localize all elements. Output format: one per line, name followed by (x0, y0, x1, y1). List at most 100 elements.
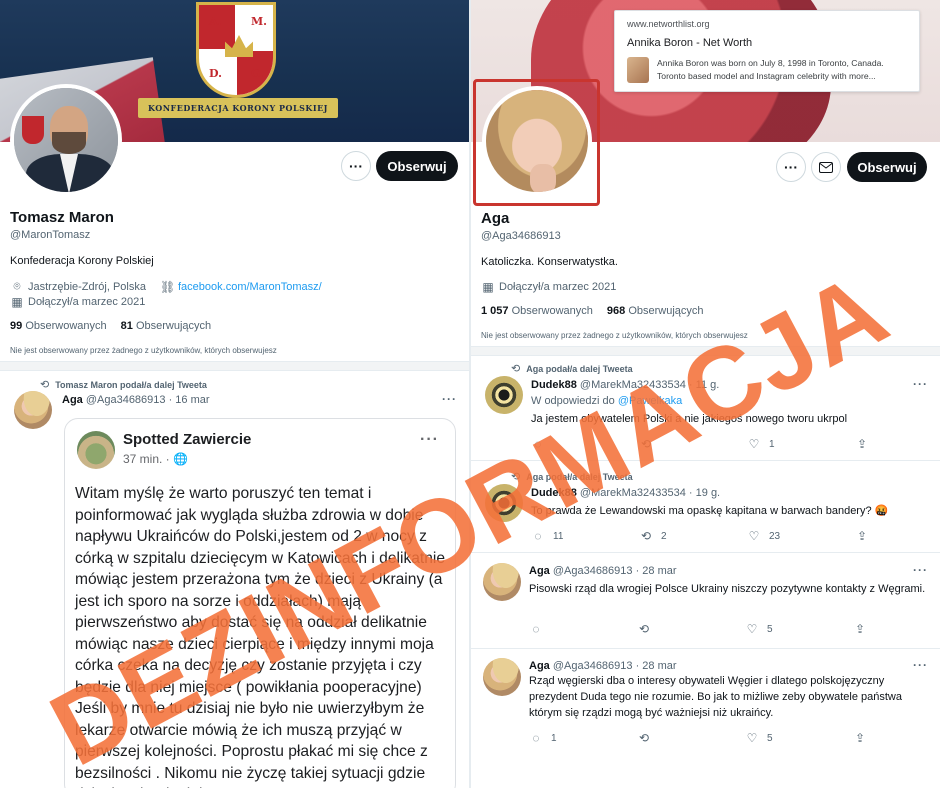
retweet-count: 2 (661, 530, 667, 542)
reply-button[interactable]: ◌ (531, 437, 639, 451)
share-button[interactable]: ⇪ (855, 437, 940, 451)
search-result-thumbnail (627, 57, 649, 83)
reply-button[interactable]: ◌ 11 (531, 529, 639, 543)
tweet-author[interactable]: Dudek88 (531, 379, 577, 391)
retweet-icon: ⟲ (640, 437, 652, 451)
profile-joined: Dołączył/a marzec 2021 (28, 296, 146, 308)
tweet-header: Aga @Aga34686913 · 28 mar (529, 565, 677, 577)
reply-button[interactable]: ◌ (529, 622, 637, 636)
more-options-button[interactable]: ··· (341, 151, 371, 181)
heart-icon: ♡ (746, 731, 758, 745)
reply-button[interactable]: ◌ 1 (529, 731, 637, 745)
like-count: 5 (767, 623, 773, 635)
section-divider (0, 361, 469, 371)
retweet-icon: ⟲ (511, 471, 521, 483)
profile-joined: Dołączył/a marzec 2021 (499, 281, 617, 293)
retweet-icon: ⟲ (638, 622, 650, 636)
retweet-note: Tomasz Maron podał/a dalej Tweeta (55, 379, 207, 390)
fb-more-icon: ··· (420, 431, 439, 448)
like-button[interactable]: ♡ 5 (745, 731, 853, 745)
tweet-header: Dudek88 @MarekMa32433534 · 19 g. (531, 487, 720, 499)
following-link[interactable]: 99 Obserwowanych (10, 320, 107, 332)
following-label: Obserwowanych (511, 305, 593, 317)
share-button[interactable]: ⇪ (853, 622, 940, 636)
following-label: Obserwowanych (25, 320, 107, 332)
reply-icon: ◌ (532, 622, 540, 636)
tweet-handle-time: @Aga34686913 · 28 mar (552, 660, 677, 672)
fb-post-time: 37 min. · 🌐 (123, 452, 188, 466)
tweet-text: Ja jestem obywatelem Polski a nie jakieg… (531, 413, 848, 425)
followers-link[interactable]: 81 Obserwujących (121, 320, 212, 332)
tweet-author-avatar[interactable] (483, 658, 521, 696)
reply-count: 1 (551, 732, 557, 744)
share-button[interactable]: ⇪ (855, 529, 940, 543)
profile-name: Tomasz Maron (10, 209, 114, 226)
profile-location: Jastrzębie-Zdrój, Polska (28, 280, 146, 293)
share-icon: ⇪ (856, 437, 868, 451)
share-button[interactable]: ⇪ (853, 731, 940, 745)
retweet-note: Aga podał/a dalej Tweeta (526, 471, 633, 482)
coat-of-arms-logo: A. M. D. G. (196, 2, 276, 98)
followers-count: 968 (606, 305, 626, 317)
like-button[interactable]: ♡ 5 (745, 622, 853, 636)
tweet-actions: ◌ ⟲ ♡ 5 ⇪ (529, 622, 940, 636)
tweet-more-icon[interactable]: ··· (913, 658, 928, 672)
banner-ribbon: KONFEDERACJA KORONY POLSKIEJ (138, 98, 338, 118)
search-result-title: Annika Boron - Net Worth (627, 37, 753, 49)
retweet-note: Aga podał/a dalej Tweeta (526, 363, 633, 374)
retweet-button[interactable]: ⟲ (637, 731, 745, 745)
profile-avatar[interactable] (10, 84, 122, 196)
tweet-more-icon[interactable]: ··· (442, 392, 457, 406)
message-button[interactable] (811, 152, 841, 182)
reply-count: 11 (553, 530, 564, 542)
following-link[interactable]: 1 057 Obserwowanych (481, 305, 593, 317)
more-options-button[interactable]: ··· (776, 152, 806, 182)
reply-to-link[interactable]: @Pawelkaka (618, 395, 682, 407)
location-pin-icon: ⌾ (13, 279, 21, 293)
profile-panel-aga: www.networthlist.org Annika Boron - Net … (471, 0, 940, 788)
profile-joined-row: ▦ Dołączył/a marzec 2021 (481, 280, 616, 294)
tweet-author[interactable]: Aga (529, 565, 550, 577)
tweet-handle-time: @MarekMa32433534 · 19 g. (579, 487, 721, 499)
like-button[interactable]: ♡ 1 (747, 437, 855, 451)
share-icon: ⇪ (854, 731, 866, 745)
profile-name: Aga (481, 210, 510, 227)
like-button[interactable]: ♡ 23 (747, 529, 855, 543)
profile-panel-tomasz-maron: A. M. D. G. KONFEDERACJA KORONY POLSKIEJ… (0, 0, 469, 788)
reply-icon: ◌ (534, 437, 542, 451)
follow-button[interactable]: Obserwuj (376, 151, 458, 181)
tweet-author-avatar[interactable] (483, 563, 521, 601)
profile-link[interactable]: facebook.com/MaronTomasz/ (178, 281, 322, 293)
follow-button[interactable]: Obserwuj (847, 152, 927, 182)
calendar-icon: ▦ (482, 280, 494, 294)
tweet-more-icon[interactable]: ··· (913, 377, 928, 391)
tweet-author[interactable]: Dudek88 (531, 487, 577, 499)
retweet-button[interactable]: ⟲ (639, 437, 747, 451)
search-result-url: www.networthlist.org (627, 19, 710, 29)
not-followed-note: Nie jest obserwowany przez żadnego z uży… (10, 346, 277, 355)
profile-joined-row: ▦ Dołączył/a marzec 2021 (10, 295, 145, 309)
share-icon: ⇪ (856, 529, 868, 543)
tweet-more-icon[interactable]: ··· (913, 563, 928, 577)
followers-count: 81 (120, 320, 133, 332)
tweet-author-avatar[interactable] (485, 376, 523, 414)
followers-label: Obserwujących (135, 320, 212, 332)
tweet-author-avatar[interactable] (485, 484, 523, 522)
tweet-author[interactable]: Aga (62, 394, 83, 406)
tweet-handle-time: @Aga34686913 · 28 mar (552, 565, 677, 577)
retweet-button[interactable]: ⟲ 2 (639, 529, 747, 543)
retweet-button[interactable]: ⟲ (637, 622, 745, 636)
retweet-indicator: ⟲ Aga podał/a dalej Tweeta (511, 470, 633, 483)
profile-bio: Konfederacja Korony Polskiej (10, 255, 154, 267)
followers-link[interactable]: 968 Obserwujących (607, 305, 704, 317)
fb-page-avatar (77, 431, 115, 469)
like-count: 5 (767, 732, 773, 744)
profile-handle: @MaronTomasz (10, 229, 91, 241)
fb-page-name: Spotted Zawiercie (123, 431, 252, 448)
follow-counts: 99 Obserwowanych 81 Obserwujących (10, 320, 211, 332)
embedded-facebook-post[interactable]: Spotted Zawiercie 37 min. · 🌐 ··· Witam … (64, 418, 456, 788)
tweet-handle-time: @MarekMa32433534 · 11 g. (579, 379, 720, 391)
tweet-author[interactable]: Aga (529, 660, 550, 672)
tweet-author-avatar[interactable] (14, 391, 52, 429)
search-result-card: www.networthlist.org Annika Boron - Net … (614, 10, 920, 92)
